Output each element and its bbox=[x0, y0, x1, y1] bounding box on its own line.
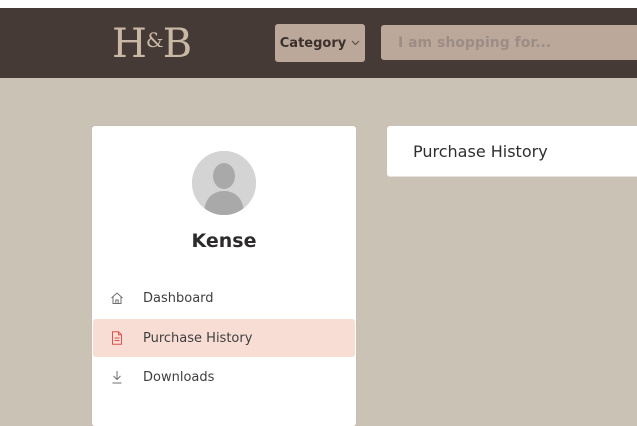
search-input[interactable] bbox=[398, 34, 628, 51]
sidebar-item-purchase-history[interactable]: Purchase History bbox=[93, 319, 355, 357]
page-title-card: Purchase History bbox=[387, 126, 637, 177]
document-icon bbox=[109, 330, 125, 346]
chevron-down-icon bbox=[351, 39, 360, 49]
download-icon bbox=[109, 369, 125, 385]
category-dropdown-button[interactable]: Category bbox=[275, 24, 365, 62]
sidebar-item-label: Purchase History bbox=[143, 330, 253, 346]
brand-logo[interactable]: H&B bbox=[112, 22, 194, 66]
category-label: Category bbox=[279, 35, 347, 51]
search-bar bbox=[381, 25, 637, 60]
home-icon bbox=[109, 290, 125, 306]
avatar bbox=[192, 151, 256, 215]
site-header: H&B Category bbox=[0, 8, 637, 78]
sidebar-item-dashboard[interactable]: Dashboard bbox=[93, 279, 355, 317]
sidebar-item-label: Downloads bbox=[143, 369, 215, 385]
sidebar-item-label: Dashboard bbox=[143, 290, 214, 306]
user-silhouette-icon bbox=[192, 151, 256, 215]
page-title: Purchase History bbox=[413, 141, 548, 161]
username: Kense bbox=[191, 230, 257, 252]
sidebar-item-downloads[interactable]: Downloads bbox=[93, 358, 355, 396]
top-strip bbox=[0, 0, 637, 8]
account-sidebar: Kense Dashboard Purchase History Downloa… bbox=[92, 126, 356, 426]
